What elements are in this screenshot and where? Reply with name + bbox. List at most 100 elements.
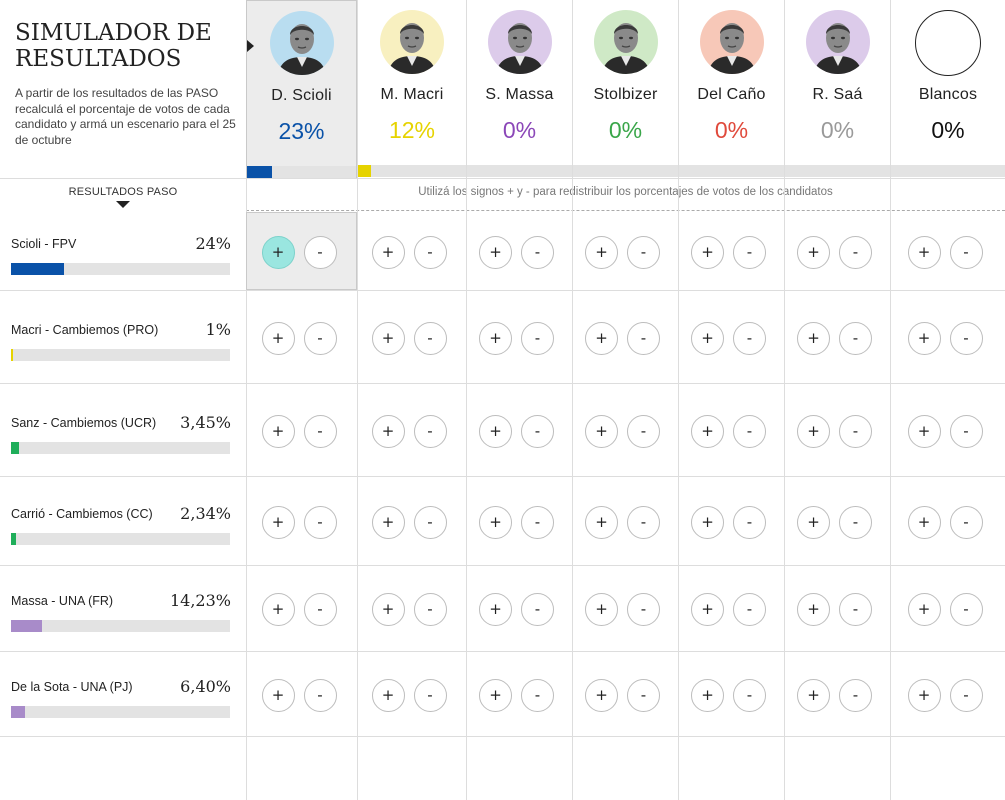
candidate-card[interactable]: Blancos 0% [890, 0, 1005, 178]
minus-button[interactable]: - [627, 505, 660, 539]
plus-button[interactable]: + [585, 593, 618, 626]
minus-button[interactable]: - [303, 321, 337, 355]
plus-button[interactable]: + [585, 414, 618, 448]
candidate-card[interactable]: R. Saá 0% [784, 0, 890, 178]
minus-button[interactable]: - [303, 678, 337, 712]
minus-button[interactable]: - [733, 678, 766, 712]
plus-button[interactable]: + [797, 321, 830, 355]
party-row: Macri - Cambiemos (PRO) 1% [0, 290, 246, 383]
minus-button[interactable]: - [839, 414, 872, 448]
plus-button[interactable]: + [261, 321, 295, 355]
minus-button[interactable]: - [949, 678, 983, 712]
candidate-card[interactable]: M. Macri 12% [357, 0, 466, 178]
candidate-progress-fill [247, 166, 273, 178]
minus-button[interactable]: - [733, 414, 766, 448]
plus-button[interactable]: + [479, 321, 512, 355]
minus-button[interactable]: - [413, 505, 447, 539]
plus-button[interactable]: + [797, 593, 830, 626]
minus-button[interactable]: - [627, 593, 660, 626]
plus-button[interactable]: + [585, 236, 618, 269]
plus-button[interactable]: + [371, 678, 405, 712]
minus-button[interactable]: - [521, 505, 554, 539]
plus-button[interactable]: + [907, 678, 941, 712]
minus-button[interactable]: - [733, 505, 766, 539]
plus-button[interactable]: + [371, 505, 405, 539]
minus-button[interactable]: - [949, 414, 983, 448]
minus-button[interactable]: - [949, 505, 983, 539]
plus-button[interactable]: + [261, 593, 295, 626]
minus-button[interactable]: - [949, 236, 983, 269]
plus-button[interactable]: + [479, 505, 512, 539]
plus-button[interactable]: + [907, 505, 941, 539]
candidate-card[interactable]: Del Caño 0% [678, 0, 784, 178]
minus-button[interactable]: - [839, 505, 872, 539]
minus-button[interactable]: - [839, 678, 872, 712]
minus-button[interactable]: - [413, 678, 447, 712]
plus-button[interactable]: + [585, 678, 618, 712]
candidate-card[interactable]: D. Scioli 23% [246, 0, 357, 178]
minus-button[interactable]: - [839, 236, 872, 269]
plus-button[interactable]: + [797, 414, 830, 448]
plus-button[interactable]: + [261, 505, 295, 539]
plus-button[interactable]: + [797, 678, 830, 712]
plus-button[interactable]: + [479, 678, 512, 712]
plus-button[interactable]: + [585, 321, 618, 355]
minus-button[interactable]: - [839, 593, 872, 626]
minus-button[interactable]: - [303, 593, 337, 626]
minus-button[interactable]: - [413, 414, 447, 448]
plus-button[interactable]: + [691, 593, 724, 626]
plus-button[interactable]: + [691, 505, 724, 539]
plus-button[interactable]: + [691, 678, 724, 712]
plus-button[interactable]: + [479, 236, 512, 269]
plus-button[interactable]: + [585, 505, 618, 539]
minus-button[interactable]: - [303, 414, 337, 448]
candidate-progress-bar [891, 165, 1005, 177]
minus-button[interactable]: - [303, 505, 337, 539]
minus-button[interactable]: - [413, 321, 447, 355]
plus-button[interactable]: + [479, 414, 512, 448]
minus-button[interactable]: - [413, 236, 447, 269]
candidate-progress-bar [358, 165, 466, 177]
plus-button[interactable]: + [907, 321, 941, 355]
candidate-card[interactable]: S. Massa 0% [466, 0, 572, 178]
portrait-icon [380, 10, 444, 74]
plus-button[interactable]: + [797, 236, 830, 269]
minus-button[interactable]: - [521, 678, 554, 712]
minus-button[interactable]: - [949, 593, 983, 626]
plus-button[interactable]: + [261, 236, 295, 269]
plus-button[interactable]: + [907, 593, 941, 626]
plus-button[interactable]: + [371, 593, 405, 626]
plus-button[interactable]: + [371, 414, 405, 448]
plus-button[interactable]: + [691, 236, 724, 269]
minus-button[interactable]: - [733, 236, 766, 269]
minus-button[interactable]: - [627, 321, 660, 355]
candidate-card[interactable]: Stolbizer 0% [572, 0, 678, 178]
minus-button[interactable]: - [521, 236, 554, 269]
party-progress-fill [11, 348, 14, 361]
minus-button[interactable]: - [627, 678, 660, 712]
minus-button[interactable]: - [733, 321, 766, 355]
minus-button[interactable]: - [521, 414, 554, 448]
plus-button[interactable]: + [371, 236, 405, 269]
plus-button[interactable]: + [261, 414, 295, 448]
plus-button[interactable]: + [691, 321, 724, 355]
plus-button[interactable]: + [797, 505, 830, 539]
minus-button[interactable]: - [303, 236, 337, 269]
party-progress-fill [11, 620, 43, 632]
minus-button[interactable]: - [521, 593, 554, 626]
plus-button[interactable]: + [907, 414, 941, 448]
paso-results-label: RESULTADOS PASO [68, 186, 178, 198]
minus-button[interactable]: - [733, 593, 766, 626]
minus-button[interactable]: - [949, 321, 983, 355]
party-progress-bar [11, 263, 230, 275]
minus-button[interactable]: - [627, 236, 660, 269]
plus-button[interactable]: + [479, 593, 512, 626]
plus-button[interactable]: + [261, 678, 295, 712]
minus-button[interactable]: - [413, 593, 447, 626]
minus-button[interactable]: - [839, 321, 872, 355]
plus-button[interactable]: + [691, 414, 724, 448]
plus-button[interactable]: + [907, 236, 941, 269]
minus-button[interactable]: - [627, 414, 660, 448]
plus-button[interactable]: + [371, 321, 405, 355]
minus-button[interactable]: - [521, 321, 554, 355]
